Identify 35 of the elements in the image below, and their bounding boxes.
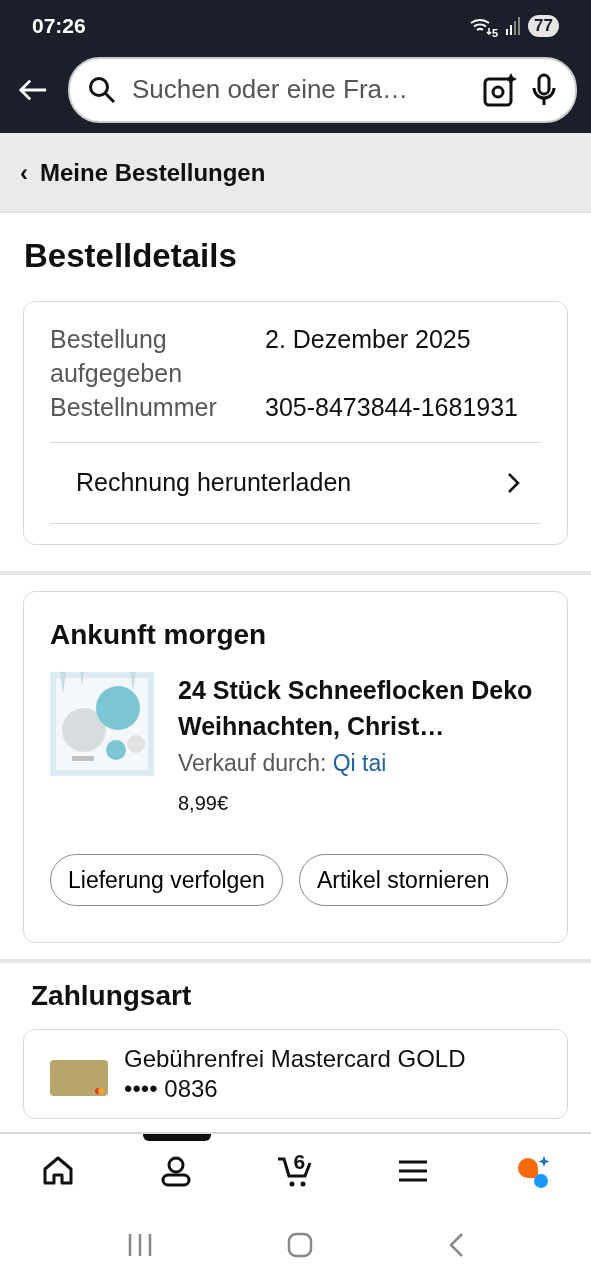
seller-text: Verkauf durch: Qi tai	[178, 748, 388, 778]
battery-level: 77	[528, 15, 559, 37]
home-button-icon[interactable]	[287, 1232, 314, 1258]
field-label: Bestellung aufgegeben	[50, 323, 184, 389]
breadcrumb-link[interactable]: Meine Bestellungen	[40, 154, 266, 191]
scroll-handle	[143, 1134, 211, 1141]
back-icon[interactable]	[447, 1232, 464, 1258]
field-value: 2. Dezember 2025	[265, 323, 472, 355]
price: 8,99€	[178, 791, 230, 816]
status-time: 07:26	[32, 13, 86, 40]
invoice-link[interactable]: Rechnung herunterladen	[50, 441, 541, 524]
search-icon	[88, 75, 116, 104]
microphone-icon[interactable]	[531, 72, 557, 107]
card-name: Gebührenfrei Mastercard GOLD	[124, 1044, 466, 1074]
page-title: Bestelldetails	[24, 236, 238, 276]
recent-apps-icon[interactable]	[127, 1233, 154, 1257]
field-value: 305-8473844-1681931	[265, 391, 519, 423]
search-bar[interactable]: Suchen oder eine Fra…	[68, 56, 577, 123]
action-button[interactable]: Lieferung verfolgen	[50, 854, 283, 906]
field-label: Bestellnummer	[50, 391, 218, 423]
chevron-left-icon[interactable]: ‹	[20, 154, 28, 191]
back-arrow-icon[interactable]	[18, 77, 48, 102]
camera-icon[interactable]	[483, 72, 517, 107]
chevron-right-icon	[507, 471, 521, 494]
seller-link[interactable]: Qi tai	[332, 749, 387, 776]
network-label: 5	[491, 25, 499, 41]
shipment-status: Ankunft morgen	[50, 617, 268, 652]
action-button[interactable]: Artikel stornieren	[298, 854, 508, 906]
section-title: Zahlungsart	[31, 979, 193, 1013]
product-title[interactable]: 24 Stück Schneeflocken Deko Weihnachten, Christ…	[178, 671, 547, 744]
cart-count: 6	[293, 1149, 306, 1175]
signal-icon	[506, 17, 521, 35]
credit-card-icon	[50, 1060, 108, 1096]
card-number: •••• 0836	[124, 1074, 219, 1104]
wifi-icon	[469, 17, 494, 35]
